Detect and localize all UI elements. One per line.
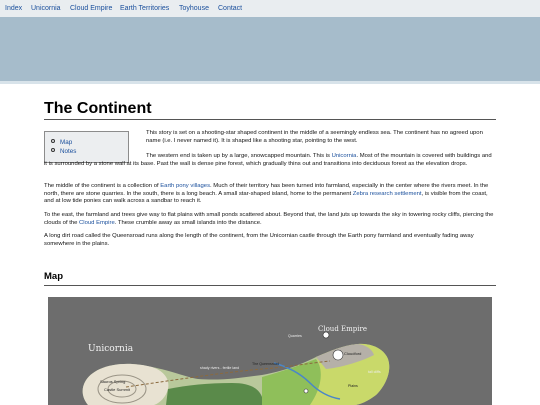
title-underline [44, 119, 496, 120]
map-illustration: Unicornia Cloud Empire Sauros Spring Cas… [48, 297, 492, 405]
nav-link-toyhouse[interactable]: Toyhouse [179, 4, 209, 13]
cloud-empire-link[interactable]: Cloud Empire [79, 220, 115, 226]
map-label-cloud-empire: Cloud Empire [318, 325, 367, 333]
map-label-cliffs: tall cliffs [368, 370, 381, 374]
cloud-empire-paragraph: To the east, the farmland and trees give… [44, 212, 496, 227]
bullet-icon [51, 139, 55, 144]
header-banner [0, 17, 540, 81]
map-label-cloudford: Cloudford [344, 351, 361, 356]
map-label-castle-summit: Castle Summit [104, 387, 131, 392]
map-label-plains: Plains [348, 384, 358, 388]
page-title: The Continent [44, 100, 152, 117]
unicornia-link[interactable]: Unicornia [332, 153, 357, 159]
earth-text-a: The middle of the continent is a collect… [44, 183, 161, 189]
east-text-b: . These crumble away as small islands in… [114, 219, 262, 226]
earth-pony-paragraph: The middle of the continent is a collect… [44, 183, 496, 206]
map-label-quarry: Quarries [288, 334, 302, 338]
banner-divider [0, 81, 540, 84]
bullet-icon [51, 148, 55, 153]
unicornia-text-a: The western end is taken up by a large, … [146, 153, 332, 159]
map-label-shady-rivers: shady rivers - fertile land [200, 366, 239, 370]
nav-link-earth-territories[interactable]: Earth Territories [120, 4, 169, 13]
map-label-unicornia: Unicornia [88, 344, 134, 354]
intro-paragraph: This story is set on a shooting-star sha… [146, 130, 483, 144]
map-label-queensroad: The Queensroad [252, 362, 279, 366]
continent-map-image: Unicornia Cloud Empire Sauros Spring Cas… [48, 297, 492, 405]
zebra-settlement-link[interactable]: Zebra research settlement [353, 191, 422, 197]
toc-item-label[interactable]: Map [60, 139, 72, 146]
nav-link-cloud-empire[interactable]: Cloud Empire [70, 4, 112, 13]
cloudford-marker [332, 349, 344, 361]
map-label-sauros-spring: Sauros Spring [100, 379, 125, 384]
unicornia-paragraph: The western end is taken up by a large, … [44, 153, 496, 168]
earth-pony-villages-link[interactable]: Earth pony villages [160, 183, 210, 189]
nav-link-contact[interactable]: Contact [218, 4, 242, 13]
top-navigation-bar: Index Unicornia Cloud Empire Earth Terri… [0, 0, 540, 18]
nav-link-unicornia[interactable]: Unicornia [31, 4, 61, 13]
toc-item-map[interactable]: Map [51, 138, 76, 147]
zebra-island-marker [303, 388, 309, 394]
queensroad-paragraph: A long dirt road called the Queensroad r… [44, 233, 474, 247]
nav-link-index[interactable]: Index [5, 4, 22, 13]
map-title-underline [44, 285, 496, 286]
map-section-title: Map [44, 271, 63, 282]
